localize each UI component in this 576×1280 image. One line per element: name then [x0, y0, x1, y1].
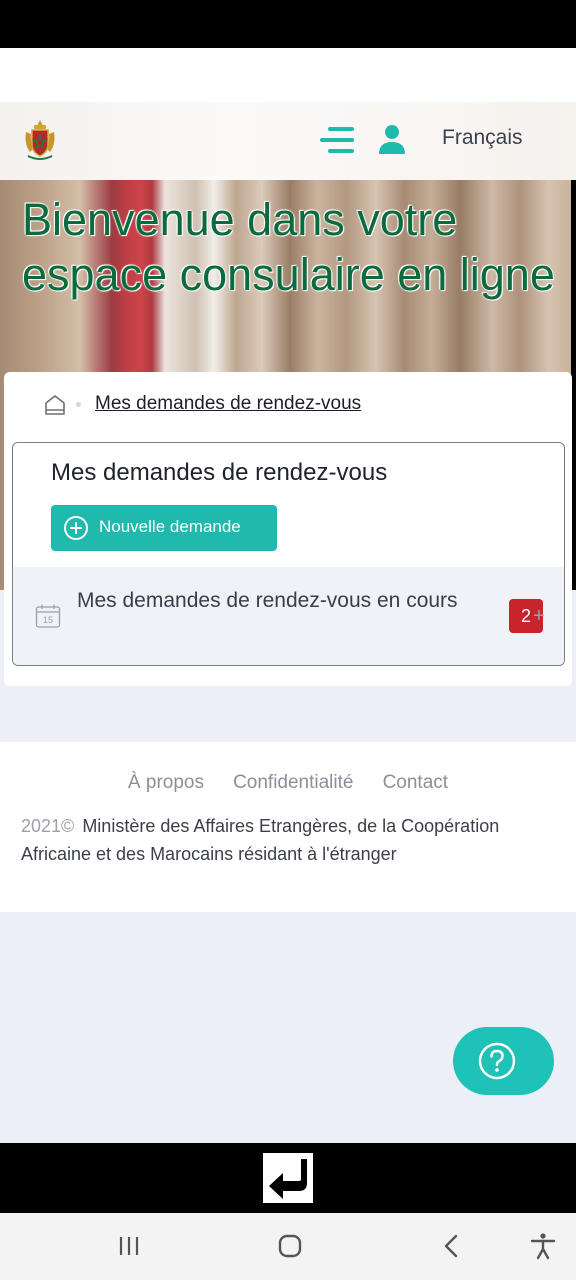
user-icon[interactable] [376, 122, 408, 156]
new-request-label: Nouvelle demande [99, 517, 241, 536]
menu-icon[interactable] [318, 124, 356, 156]
question-icon [478, 1042, 516, 1080]
footer-link-privacy[interactable]: Confidentialité [233, 772, 353, 794]
recent-apps-icon[interactable] [114, 1231, 144, 1261]
expand-plus-icon[interactable]: + [533, 599, 545, 633]
content-card: Mes demandes de rendez-vous Mes demandes… [4, 372, 572, 686]
panel-title: Mes demandes de rendez-vous [51, 459, 388, 486]
footer-link-contact[interactable]: Contact [383, 772, 448, 794]
return-arrow-button[interactable] [263, 1153, 313, 1203]
appointments-panel: Mes demandes de rendez-vous Nouvelle dem… [12, 442, 565, 666]
top-spacer [0, 48, 576, 102]
new-request-button[interactable]: Nouvelle demande [51, 505, 277, 551]
copyright-year: 2021© [21, 816, 75, 836]
calendar-day: 15 [43, 615, 53, 625]
footer-link-about[interactable]: À propos [128, 772, 204, 794]
status-bar [0, 0, 576, 48]
back-nav-icon[interactable] [437, 1231, 467, 1261]
copyright-owner: Ministère des Affaires Etrangères, de la… [21, 816, 500, 864]
home-nav-icon[interactable] [275, 1231, 305, 1261]
morocco-emblem-icon[interactable] [20, 118, 60, 162]
breadcrumb-separator [76, 402, 81, 407]
overlay-bar [0, 1143, 576, 1213]
home-icon[interactable] [44, 394, 66, 416]
footer: À propos Confidentialité Contact 2021© Mi… [0, 742, 576, 912]
system-nav-bar [0, 1213, 576, 1280]
hero-title: Bienvenue dans votre espace consulaire e… [22, 194, 555, 300]
language-selector[interactable]: Français [442, 126, 523, 150]
copyright-text: 2021© Ministère des Affaires Etrangères, … [21, 812, 541, 868]
plus-circle-icon [64, 516, 88, 540]
breadcrumb-current[interactable]: Mes demandes de rendez-vous [95, 393, 361, 415]
calendar-icon: 15 [35, 604, 61, 628]
accessibility-icon[interactable] [528, 1231, 558, 1261]
return-arrow-icon [269, 1159, 307, 1199]
pending-requests-row[interactable]: 15 Mes demandes de rendez-vous en cours … [13, 567, 564, 665]
site-header: Français [0, 102, 576, 180]
pending-requests-label: Mes demandes de rendez-vous en cours [77, 589, 458, 612]
help-button[interactable] [453, 1027, 554, 1095]
footer-links: À propos Confidentialité Contact [0, 772, 576, 794]
